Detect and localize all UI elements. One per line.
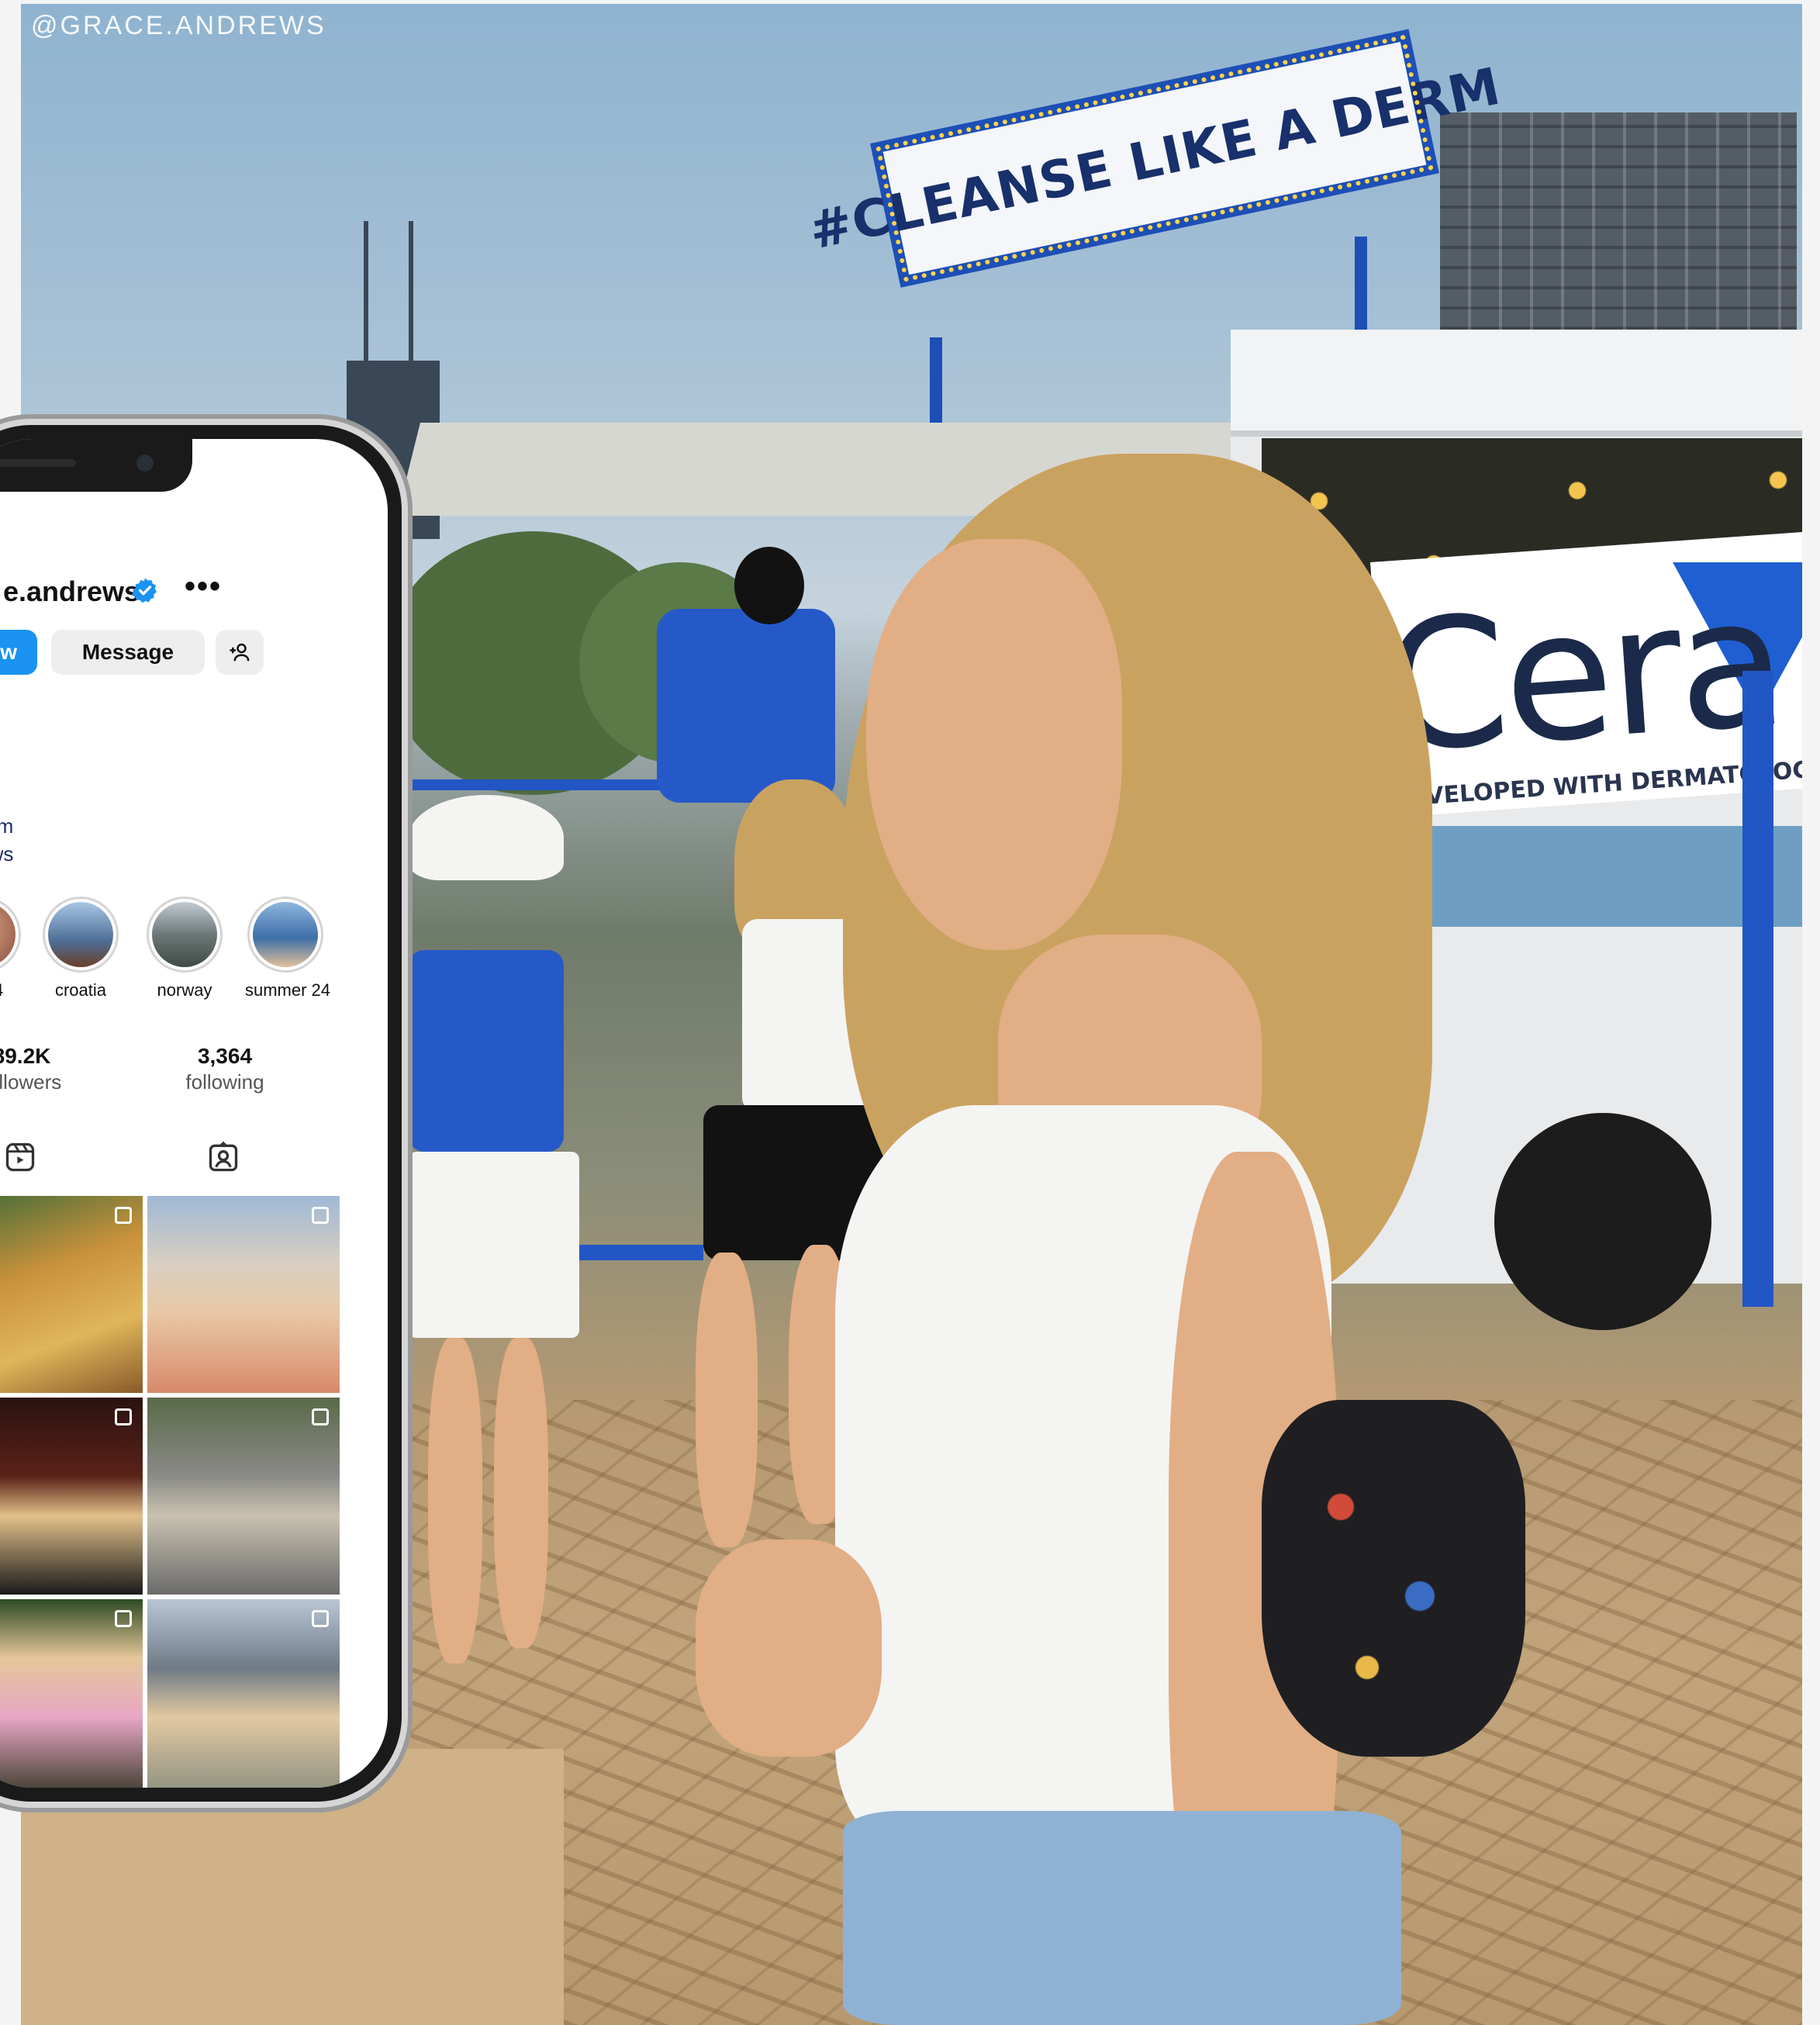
message-button[interactable]: Message [51,630,205,675]
more-horizontal-icon[interactable]: ••• [185,571,222,602]
legs [494,1338,548,1648]
tagged-icon[interactable] [206,1140,240,1174]
post-thumbnail[interactable] [147,1398,340,1595]
tower-antenna [409,221,413,368]
white-skirt [409,1152,579,1338]
brand-name: Cera [1376,558,1789,793]
highlight-item[interactable]: all 24 [0,897,23,1000]
following-count: 3,364 [197,1044,253,1068]
highlight-label: summer 24 [245,980,331,1000]
legs [428,1338,482,1664]
following-stat[interactable]: 3,364 following [163,1044,287,1094]
followers-count: 89.2K [0,1044,51,1068]
followers-stat[interactable]: 89.2K followers [0,1044,84,1094]
sign-text: #CLEANSE LIKE A DERM [803,55,1506,261]
multiple-posts-icon [312,1610,329,1627]
railing [409,779,696,790]
post-thumbnail[interactable] [147,1196,340,1393]
main-subject-jeans [843,1811,1401,2025]
highlight-item[interactable]: croatia [40,897,121,1000]
camera-icon [136,454,154,472]
bio-link[interactable]: s.com [0,814,13,838]
highlight-label: norway [157,980,212,1000]
post-thumbnail[interactable] [0,1398,143,1595]
verified-badge-icon [132,578,157,603]
speaker-icon [0,459,76,467]
highlight-cover [48,902,113,967]
sign-post [930,337,942,430]
highlight-cover [0,902,16,967]
reels-icon[interactable] [3,1140,37,1174]
follow-button[interactable]: llow [0,630,37,675]
truck-roof [1231,330,1802,437]
person-blue-shirt [409,950,564,1152]
highlight-item[interactable]: norway [144,897,225,1000]
followers-label: followers [0,1070,62,1094]
multiple-posts-icon [115,1207,132,1224]
following-label: following [185,1070,264,1094]
person-staff-head [734,547,804,624]
watermark: @GRACE.ANDREWS [31,11,326,40]
post-thumbnail[interactable] [0,1599,143,1788]
profile-username: e.andrews [3,575,140,607]
multiple-posts-icon [115,1610,132,1627]
highlight-item[interactable]: summer 24 [245,897,331,1000]
multiple-posts-icon [115,1408,132,1425]
person-staff-shirt [657,609,835,803]
railing [1742,671,1773,1307]
main-subject-face [866,539,1122,950]
legs [696,1253,758,1547]
highlight-label: all 24 [0,980,23,1000]
phone-mockup: e.andrews ••• llow Message pa s.com drew… [0,425,402,1802]
multiple-posts-icon [312,1207,329,1224]
bucket-hat [409,795,564,880]
cleanse-sign: #CLEANSE LIKE A DERM [803,29,1506,288]
post-thumbnail[interactable] [147,1599,340,1788]
highlight-cover [253,902,318,967]
main-subject-hand [696,1539,882,1757]
post-thumbnail[interactable] [0,1196,143,1393]
truck-wheel [1494,1113,1711,1330]
multiple-posts-icon [312,1408,329,1425]
beaded-handbag [1262,1400,1525,1757]
phone-notch [0,439,192,492]
bio-line: drews [0,842,14,866]
highlight-cover [152,902,217,967]
tower-antenna [364,221,368,368]
add-user-icon [230,643,250,662]
highlight-label: croatia [54,980,107,1000]
add-user-button[interactable] [216,630,264,675]
instagram-profile-screen: e.andrews ••• llow Message pa s.com drew… [0,439,388,1788]
